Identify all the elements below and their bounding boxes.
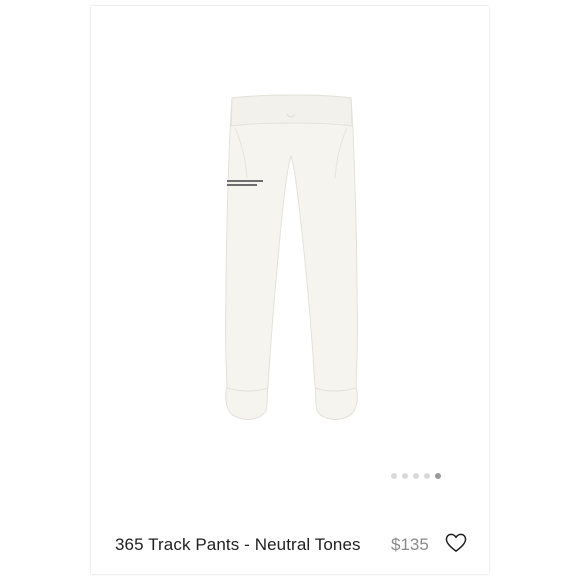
carousel-indicator (391, 473, 441, 479)
carousel-dot-active[interactable] (435, 473, 441, 479)
product-card[interactable]: 365 Track Pants - Neutral Tones $135 (91, 6, 489, 574)
product-price: $135 (391, 535, 429, 554)
heart-icon[interactable] (445, 533, 467, 553)
page: 365 Track Pants - Neutral Tones $135 (0, 0, 580, 580)
product-image-area[interactable] (91, 6, 489, 504)
carousel-dot[interactable] (402, 473, 408, 479)
product-title[interactable]: 365 Track Pants - Neutral Tones (115, 535, 361, 555)
product-info-bar: 365 Track Pants - Neutral Tones $135 (91, 504, 489, 574)
carousel-dot[interactable] (391, 473, 397, 479)
track-pants-image[interactable] (91, 6, 489, 504)
carousel-dot[interactable] (424, 473, 430, 479)
carousel-dot[interactable] (413, 473, 419, 479)
